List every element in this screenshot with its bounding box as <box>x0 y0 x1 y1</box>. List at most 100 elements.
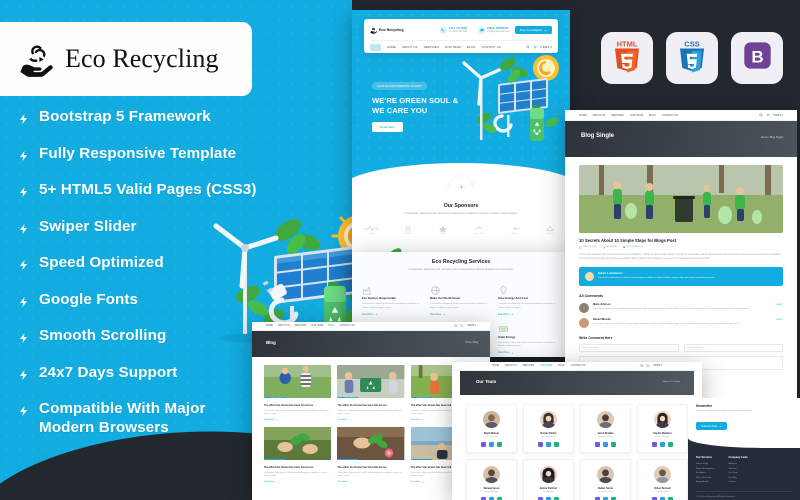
team-member-card[interactable]: Daniel Turner Operations Lead <box>580 459 631 500</box>
nav-item-about[interactable]: ABOUT US <box>402 45 418 49</box>
nav-item-team[interactable]: OUR TEAM <box>311 325 323 327</box>
reply-link[interactable]: REPLY <box>776 304 783 306</box>
header-contact-email[interactable]: EMAIL ADDRESS info@ecorecycle.com <box>478 26 510 34</box>
cart-icon[interactable] <box>460 324 464 328</box>
twitter-icon[interactable] <box>489 442 494 447</box>
post-excerpt: Consectetur adipiscing elit sed do eiusm… <box>264 471 329 478</box>
nav-item-blog[interactable]: BLOG <box>328 325 334 327</box>
blog-grid-nav[interactable]: HOME ABOUT US SERVICES OUR TEAM BLOG CON… <box>252 322 490 331</box>
nav-item-contact[interactable]: CONTACT US <box>662 114 678 117</box>
service-card[interactable]: Solar Energy Consectetur adipiscing elit… <box>498 322 560 355</box>
search-icon[interactable] <box>640 364 644 368</box>
promo-banner: Eco Recycling Bootstrap 5 Framework Full… <box>0 0 800 500</box>
nav-item-services[interactable]: SERVICES <box>611 114 624 117</box>
team-member-card[interactable]: Sophia Martinez Project Manager <box>637 404 688 453</box>
nav-item-blog[interactable]: BLOG <box>558 365 564 367</box>
post-read-more[interactable]: Read More <box>264 481 331 483</box>
search-icon[interactable] <box>454 324 458 328</box>
social-links[interactable] <box>527 442 570 447</box>
social-links[interactable] <box>641 442 684 447</box>
social-links[interactable] <box>470 442 513 447</box>
team-member-card[interactable]: Bonnie Parker Marketing Head <box>523 404 574 453</box>
team-member-card[interactable]: Jacob Rodden Financial Officer <box>580 404 631 453</box>
blog-post-card[interactable]: FEB 04, 2024 The affect the Ocean has be… <box>337 427 405 484</box>
nav-item-services[interactable]: SERVICES <box>523 365 535 367</box>
hero-illustration <box>456 46 564 164</box>
free-consultation-button[interactable]: Free Consultation <box>514 25 552 35</box>
whatsapp-icon[interactable] <box>554 442 559 447</box>
comment-name-input[interactable]: Enter Your Name <box>579 344 679 353</box>
service-card[interactable]: Save Energy And Cost Consectetur adipisc… <box>498 283 560 316</box>
nav-item-about[interactable]: ABOUT US <box>278 325 290 327</box>
team-member-card[interactable]: Oliver Bennett Field Engineer <box>637 459 688 500</box>
nav-item-team[interactable]: OUR TEAM <box>630 114 643 117</box>
team-member-card[interactable]: Emma Fletcher Eco Advisor <box>523 459 574 500</box>
nav-item-contact[interactable]: CONTACT US <box>340 325 355 327</box>
hero-read-more-button[interactable]: Read More <box>372 122 403 133</box>
sponsor-logo[interactable]: Vertex <box>362 225 382 235</box>
team-member-card[interactable]: David Warner CEO Founder <box>466 404 517 453</box>
sponsor-logo[interactable]: Nordica <box>398 225 418 235</box>
service-link[interactable]: Read More <box>362 313 424 316</box>
whatsapp-icon[interactable] <box>497 442 502 447</box>
nav-item-contact[interactable]: CONTACT US <box>571 365 586 367</box>
nav-item-blog[interactable]: BLOG <box>649 114 656 117</box>
nav-item-home[interactable]: HOME <box>579 114 587 117</box>
blog-single-nav[interactable]: HOME ABOUT US SERVICES OUR TEAM BLOG CON… <box>565 110 797 121</box>
newsletter-text: Consectetur adipiscing elit sed do eiusm… <box>696 410 753 412</box>
nav-item-home[interactable]: HOME <box>492 365 499 367</box>
reply-link[interactable]: REPLY <box>776 319 783 321</box>
service-link[interactable]: Read More <box>498 313 560 316</box>
nav-item-home[interactable]: HOME <box>387 45 396 49</box>
sponsor-logo[interactable]: Summit <box>540 225 560 235</box>
whatsapp-icon[interactable] <box>611 442 616 447</box>
post-body: Consectetur adipiscing elit sed do eiusm… <box>579 253 781 260</box>
nav-item-home[interactable]: HOME <box>266 325 273 327</box>
seedling-photo: FEB 04, 2024 <box>337 427 405 461</box>
facebook-icon[interactable] <box>481 442 486 447</box>
nav-item-about[interactable]: ABOUT US <box>505 365 517 367</box>
search-icon[interactable] <box>759 113 763 117</box>
subscribe-button[interactable]: Subscribe Now <box>696 421 727 431</box>
facebook-icon[interactable] <box>595 442 600 447</box>
cart-icon[interactable] <box>766 113 770 117</box>
nav-item-about[interactable]: ABOUT US <box>593 114 606 117</box>
service-link[interactable]: Read More <box>430 313 492 316</box>
team-member-card[interactable]: Samuel Green Recycling Expert <box>466 459 517 500</box>
nav-item-services[interactable]: SERVICES <box>424 45 439 49</box>
footer-column-services: Our Services Solar Energy Waste Manageme… <box>696 456 715 485</box>
whatsapp-icon[interactable] <box>668 442 673 447</box>
facebook-icon[interactable] <box>652 442 657 447</box>
sponsor-logo[interactable]: Aviato <box>504 225 524 235</box>
newsletter-title: Newsletter <box>696 404 713 408</box>
post-read-more[interactable]: Read More <box>264 419 331 421</box>
phone-value: +1 (234) 567 890 <box>448 30 468 33</box>
screenshot-team-page[interactable]: HOME ABOUT US SERVICES OUR TEAM BLOG CON… <box>452 362 702 500</box>
twitter-icon[interactable] <box>603 442 608 447</box>
post-read-more[interactable]: Read More <box>337 419 404 421</box>
header-contact-phone[interactable]: CALL US NOW +1 (234) 567 890 <box>439 26 468 34</box>
footer-link[interactable]: Energy Audits <box>696 480 715 485</box>
social-links[interactable] <box>584 442 627 447</box>
blog-post-card[interactable]: JAN 28, 2024 The affect the Ocean has be… <box>264 427 332 484</box>
post-read-more[interactable]: Read More <box>337 481 404 483</box>
arrow-right-icon <box>276 419 278 421</box>
post-excerpt: Consectetur adipiscing elit sed do eiusm… <box>264 409 329 416</box>
header-logo[interactable]: Eco Recycling <box>370 27 404 34</box>
comment-email-input[interactable]: Enter Your Email <box>683 344 783 353</box>
twitter-icon[interactable] <box>546 442 551 447</box>
nav-item-services[interactable]: SERVICES <box>295 325 307 327</box>
facebook-icon[interactable] <box>538 442 543 447</box>
cart-icon[interactable] <box>646 364 650 368</box>
sponsor-logo[interactable]: Green Leaf <box>469 225 489 235</box>
sponsor-logo[interactable]: Stellar <box>433 225 453 235</box>
nav-item-team[interactable]: OUR TEAM <box>540 365 552 367</box>
blog-post-card[interactable]: JAN 08, 2024 The affect the Ocean has be… <box>264 365 332 422</box>
footer-link[interactable]: Contact <box>729 480 748 485</box>
twitter-icon[interactable] <box>660 442 665 447</box>
page-title: Blog Single <box>581 133 614 139</box>
team-nav[interactable]: HOME ABOUT US SERVICES OUR TEAM BLOG CON… <box>452 362 702 371</box>
screenshot-footer-section[interactable]: Newsletter Consectetur adipiscing elit s… <box>688 398 800 500</box>
blog-post-card[interactable]: JAN 14, 2024 The affect the Ocean has be… <box>337 365 405 422</box>
service-link[interactable]: Read More <box>498 352 560 355</box>
